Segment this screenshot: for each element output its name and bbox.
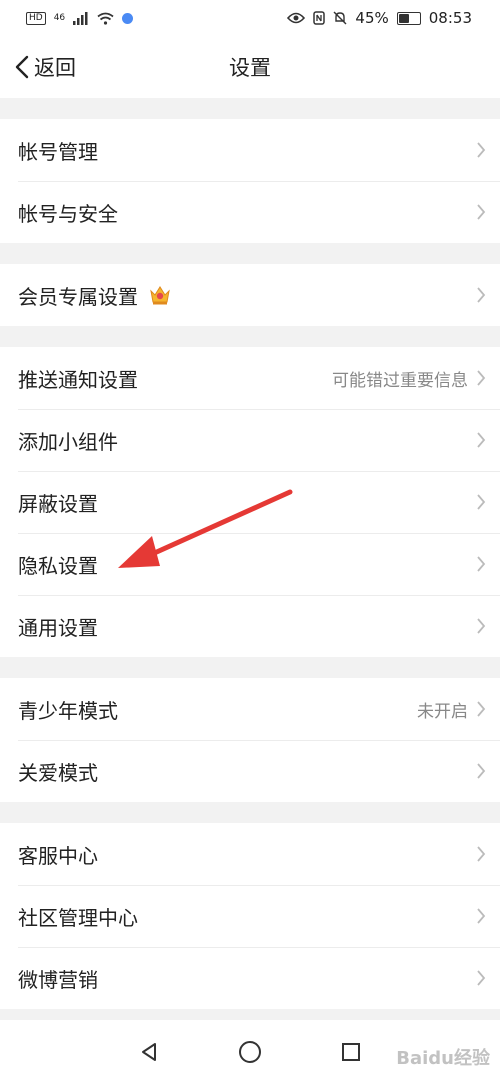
settings-item-label: 客服中心 — [18, 843, 98, 868]
settings-item-community-center[interactable]: 社区管理中心 — [0, 885, 500, 947]
app-notification-icon — [122, 12, 134, 24]
battery-icon — [396, 11, 421, 25]
section-gap — [0, 802, 500, 823]
section-gap — [0, 98, 500, 119]
chevron-right-icon — [477, 287, 486, 303]
chevron-right-icon — [477, 970, 486, 986]
nfc-icon — [313, 11, 326, 25]
settings-item-weibo-marketing[interactable]: 微博营销 — [0, 947, 500, 1009]
status-right: 45% 08:53 — [287, 9, 472, 27]
settings-item-label: 关爱模式 — [18, 760, 98, 785]
page-title: 设置 — [229, 56, 271, 80]
settings-group-account: 帐号管理 帐号与安全 — [0, 119, 500, 243]
settings-item-value: 可能错过重要信息 — [332, 370, 468, 391]
settings-item-label: 推送通知设置 — [18, 367, 138, 392]
settings-item-care-mode[interactable]: 关爱模式 — [0, 740, 500, 802]
settings-item-label: 隐私设置 — [18, 553, 98, 578]
watermark: Baidu经验 — [396, 1048, 490, 1069]
back-label: 返回 — [34, 56, 76, 80]
settings-item-account-management[interactable]: 帐号管理 — [0, 119, 500, 181]
chevron-right-icon — [477, 618, 486, 634]
settings-item-label: 通用设置 — [18, 615, 98, 640]
chevron-left-icon — [15, 55, 29, 79]
settings-item-label: 社区管理中心 — [18, 905, 138, 930]
settings-item-label: 屏蔽设置 — [18, 491, 98, 516]
settings-group-vip: 会员专属设置 — [0, 264, 500, 326]
settings-group-modes: 青少年模式 未开启 关爱模式 — [0, 678, 500, 802]
settings-item-push-notifications[interactable]: 推送通知设置 可能错过重要信息 — [0, 347, 500, 409]
hd-badge: HD — [26, 11, 46, 25]
clock: 08:53 — [428, 9, 472, 27]
chevron-right-icon — [477, 370, 486, 386]
settings-item-youth-mode[interactable]: 青少年模式 未开启 — [0, 678, 500, 740]
settings-item-label: 帐号与安全 — [18, 201, 118, 226]
wifi-icon — [97, 12, 114, 25]
settings-item-label: 添加小组件 — [18, 429, 118, 454]
section-gap — [0, 326, 500, 347]
chevron-right-icon — [477, 701, 486, 717]
nav-home-icon[interactable] — [238, 1040, 262, 1064]
chevron-right-icon — [477, 142, 486, 158]
status-bar: HD 46 45% 08:53 — [0, 0, 500, 36]
chevron-right-icon — [477, 432, 486, 448]
settings-item-label: 帐号管理 — [18, 139, 98, 164]
eye-icon — [287, 12, 306, 24]
settings-item-label: 微博营销 — [18, 967, 98, 992]
settings-group-general: 推送通知设置 可能错过重要信息 添加小组件 屏蔽设置 隐私设置 通用设置 — [0, 347, 500, 657]
signal-icon — [73, 11, 88, 25]
chevron-right-icon — [477, 908, 486, 924]
settings-item-label: 青少年模式 — [18, 698, 118, 723]
crown-icon — [150, 286, 170, 305]
mute-bell-icon — [333, 11, 347, 25]
settings-item-value: 未开启 — [417, 701, 468, 722]
section-gap — [0, 657, 500, 678]
chevron-right-icon — [477, 556, 486, 572]
settings-group-support: 客服中心 社区管理中心 微博营销 — [0, 823, 500, 1009]
chevron-right-icon — [477, 763, 486, 779]
status-left: HD 46 — [26, 11, 134, 25]
settings-item-add-widget[interactable]: 添加小组件 — [0, 409, 500, 471]
battery-percent: 45% — [355, 9, 389, 27]
nav-recents-icon[interactable] — [340, 1041, 362, 1063]
chevron-right-icon — [477, 204, 486, 220]
nav-back-icon[interactable] — [138, 1041, 160, 1063]
settings-item-customer-service[interactable]: 客服中心 — [0, 823, 500, 885]
network-type: 46 — [53, 12, 66, 23]
back-button[interactable]: 返回 — [14, 36, 76, 98]
settings-item-privacy-settings[interactable]: 隐私设置 — [0, 533, 500, 595]
nav-bar: 返回 设置 — [0, 36, 500, 98]
settings-item-account-security[interactable]: 帐号与安全 — [0, 181, 500, 243]
section-gap — [0, 243, 500, 264]
chevron-right-icon — [477, 494, 486, 510]
settings-item-vip-settings[interactable]: 会员专属设置 — [0, 264, 500, 326]
settings-item-block-settings[interactable]: 屏蔽设置 — [0, 471, 500, 533]
settings-item-general-settings[interactable]: 通用设置 — [0, 595, 500, 657]
settings-item-label: 会员专属设置 — [18, 284, 138, 309]
battery-level — [398, 13, 409, 23]
chevron-right-icon — [477, 846, 486, 862]
